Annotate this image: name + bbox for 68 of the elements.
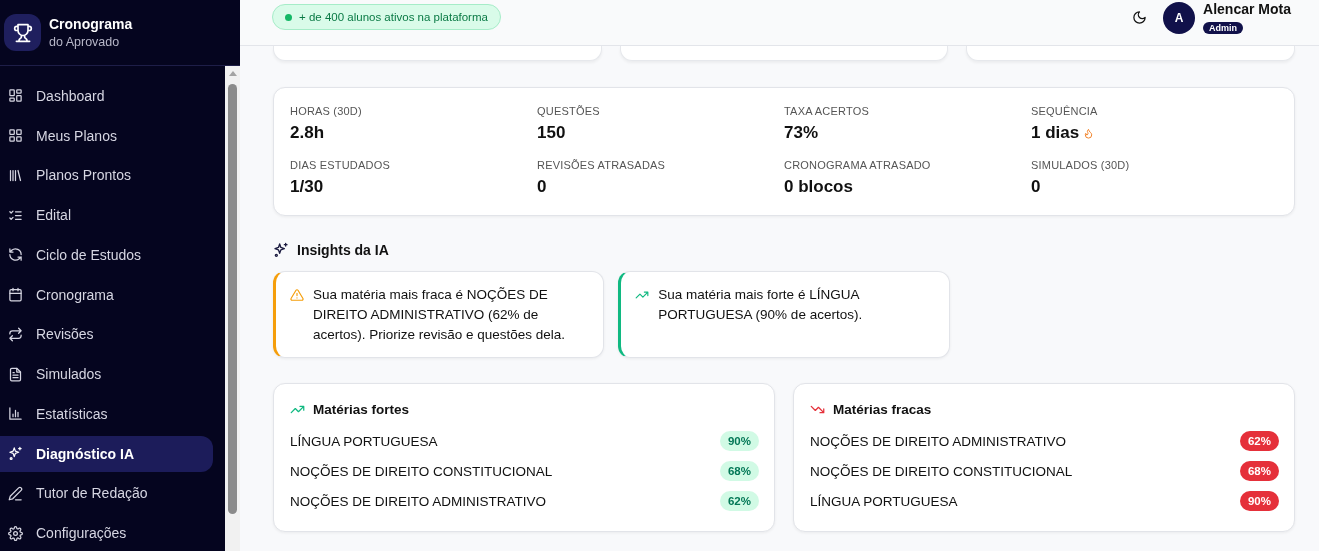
calendar-icon (8, 287, 23, 303)
stat-value: 1/30 (290, 177, 324, 197)
user-name: Alencar Mota (1203, 0, 1291, 17)
flame-icon (1083, 126, 1095, 140)
moon-icon[interactable] (1132, 10, 1148, 25)
library-icon (8, 167, 23, 183)
percent-badge: 68% (1239, 461, 1279, 481)
nav-item[interactable]: Revisões (0, 316, 213, 353)
scrollbar[interactable] (225, 66, 240, 551)
percent-badge: 90% (1239, 491, 1279, 511)
card-title: Matérias fortes (313, 402, 410, 417)
subject-name: NOÇÕES DE DIREITO ADMINISTRATIVO (290, 493, 547, 509)
pen-icon (8, 485, 23, 501)
stat-value: 2.8h (290, 123, 325, 143)
stat-value: 0 blocos (784, 177, 853, 197)
sparkles-icon (273, 242, 289, 258)
nav-item[interactable]: Configurações (0, 515, 213, 551)
nav-item[interactable]: Tutor de Redação (0, 475, 213, 512)
status-badge: + de 400 alunos ativos na plataforma (272, 4, 501, 30)
stat-label: SEQUÊNCIA (1031, 105, 1099, 117)
stat-label: QUESTÕES (537, 105, 601, 117)
stat-label: REVISÕES ATRASADAS (537, 159, 667, 171)
stat-label: TAXA ACERTOS (784, 105, 870, 117)
repeat-icon (8, 326, 23, 342)
document-icon (8, 366, 23, 382)
role-badge: Admin (1203, 21, 1244, 34)
percent-badge: 68% (719, 461, 759, 481)
gear-icon (8, 525, 23, 541)
stat-label: CRONOGRAMA ATRASADO (784, 159, 932, 171)
nav-item[interactable]: Planos Prontos (0, 157, 213, 194)
stat-value: 150 (537, 123, 566, 143)
nav-item[interactable]: Simulados (0, 356, 213, 392)
percent-badge: 62% (1239, 431, 1279, 451)
subject-name: LÍNGUA PORTUGUESA (290, 433, 438, 449)
trophy-icon (12, 22, 33, 43)
nav-item[interactable]: Meus Planos (0, 117, 213, 154)
nav-item[interactable]: Estatísticas (0, 396, 213, 432)
subject-name: LÍNGUA PORTUGUESA (810, 493, 958, 509)
grid-icon (8, 128, 23, 144)
stat-label: SIMULADOS (30D) (1031, 159, 1131, 171)
stat-label: HORAS (30D) (290, 105, 363, 117)
refresh-icon (8, 247, 23, 263)
stat-value: 1 dias (1031, 123, 1080, 143)
bar-chart-icon (8, 406, 23, 422)
dashboard-icon (8, 88, 23, 104)
insight-text: Sua matéria mais forte é LÍNGUA PORTUGUESA (90% de acertos). (658, 286, 864, 324)
nav-item[interactable]: Ciclo de Estudos (0, 237, 213, 273)
warning-icon (290, 288, 304, 302)
stat-value: 73% (784, 123, 819, 143)
subject-name: NOÇÕES DE DIREITO CONSTITUCIONAL (290, 463, 553, 479)
nav-item[interactable]: Cronograma (0, 276, 213, 313)
user-avatar[interactable]: A (1163, 1, 1196, 34)
stat-value: 0 (1031, 177, 1041, 197)
stat-value: 0 (537, 177, 547, 197)
subject-name: NOÇÕES DE DIREITO CONSTITUCIONAL (810, 463, 1073, 479)
nav-item[interactable]: Diagnóstico IA (0, 435, 213, 472)
sparkles-icon (8, 446, 23, 462)
percent-badge: 90% (719, 431, 759, 451)
brand-title: Cronograma (49, 16, 133, 32)
insight-text: Sua matéria mais fraca é NOÇÕES DE DIREITO ADMINISTRATIVO (62% de acertos). Priorize revisão e questões dela. (313, 286, 567, 344)
percent-badge: 62% (719, 491, 759, 511)
brand-subtitle: do Aprovado (49, 35, 121, 49)
nav-item[interactable]: Edital (0, 197, 213, 233)
nav-item[interactable]: Dashboard (0, 78, 213, 114)
stat-label: DIAS ESTUDADOS (290, 159, 391, 171)
subject-name: NOÇÕES DE DIREITO ADMINISTRATIVO (810, 433, 1067, 449)
card-title: Matérias fracas (833, 402, 932, 417)
section-title: Insights da IA (297, 242, 389, 258)
